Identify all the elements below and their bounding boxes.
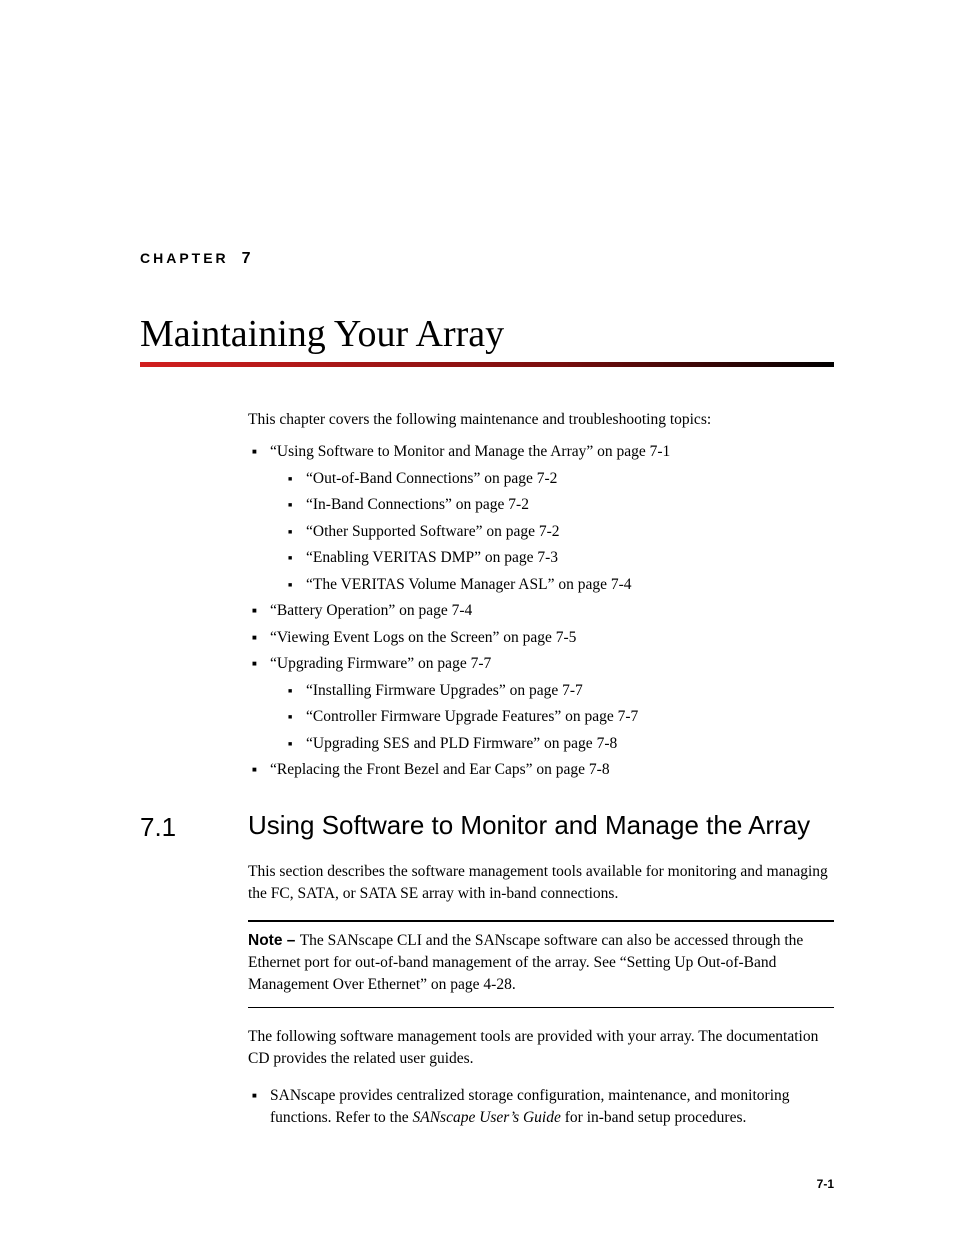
toc-subitem: “Out-of-Band Connections” on page 7-2 — [284, 468, 834, 490]
note-body: The SANscape CLI and the SANscape softwa… — [248, 932, 803, 994]
toc-sublist: “Out-of-Band Connections” on page 7-2 “I… — [284, 468, 834, 596]
toc-subitem: “Other Supported Software” on page 7-2 — [284, 521, 834, 543]
section-number: 7.1 — [140, 810, 248, 843]
chapter-word: CHAPTER — [140, 250, 229, 266]
toc-subitem: “Enabling VERITAS DMP” on page 7-3 — [284, 547, 834, 569]
toc-item: “Viewing Event Logs on the Screen” on pa… — [248, 627, 834, 649]
note-box: Note – The SANscape CLI and the SANscape… — [248, 920, 834, 1008]
body-list: SANscape provides centralized storage co… — [248, 1085, 834, 1130]
page-number: 7-1 — [817, 1177, 834, 1191]
toc-item: “Upgrading Firmware” on page 7-7 “Instal… — [248, 653, 834, 755]
intro-paragraph: This chapter covers the following mainte… — [248, 409, 834, 431]
chapter-title: Maintaining Your Array — [140, 312, 834, 356]
note-label: Note – — [248, 932, 300, 949]
toc-item: “Replacing the Front Bezel and Ear Caps”… — [248, 759, 834, 781]
toc-sublist: “Installing Firmware Upgrades” on page 7… — [284, 680, 834, 755]
toc-subitem: “Upgrading SES and PLD Firmware” on page… — [284, 733, 834, 755]
toc-item: “Battery Operation” on page 7-4 — [248, 600, 834, 622]
title-rule — [140, 362, 834, 367]
list-text-post: for in-band setup procedures. — [561, 1109, 747, 1126]
list-item: SANscape provides centralized storage co… — [248, 1085, 834, 1130]
toc-subitem: “In-Band Connections” on page 7-2 — [284, 494, 834, 516]
toc-subitem: “Controller Firmware Upgrade Features” o… — [284, 706, 834, 728]
toc-subitem: “Installing Firmware Upgrades” on page 7… — [284, 680, 834, 702]
list-text-italic: SANscape User’s Guide — [412, 1109, 560, 1126]
toc-text: “Upgrading Firmware” on page 7-7 — [270, 655, 491, 672]
section-heading: 7.1 Using Software to Monitor and Manage… — [140, 810, 834, 843]
section-paragraph: This section describes the software mana… — [248, 861, 834, 906]
toc-text: “Using Software to Monitor and Manage th… — [270, 443, 670, 460]
toc-item: “Using Software to Monitor and Manage th… — [248, 441, 834, 596]
section-paragraph: The following software management tools … — [248, 1026, 834, 1071]
chapter-label: CHAPTER 7 — [140, 250, 834, 268]
chapter-number: 7 — [242, 250, 251, 267]
toc-subitem: “The VERITAS Volume Manager ASL” on page… — [284, 574, 834, 596]
toc-list: “Using Software to Monitor and Manage th… — [248, 441, 834, 781]
section-title: Using Software to Monitor and Manage the… — [248, 810, 810, 841]
